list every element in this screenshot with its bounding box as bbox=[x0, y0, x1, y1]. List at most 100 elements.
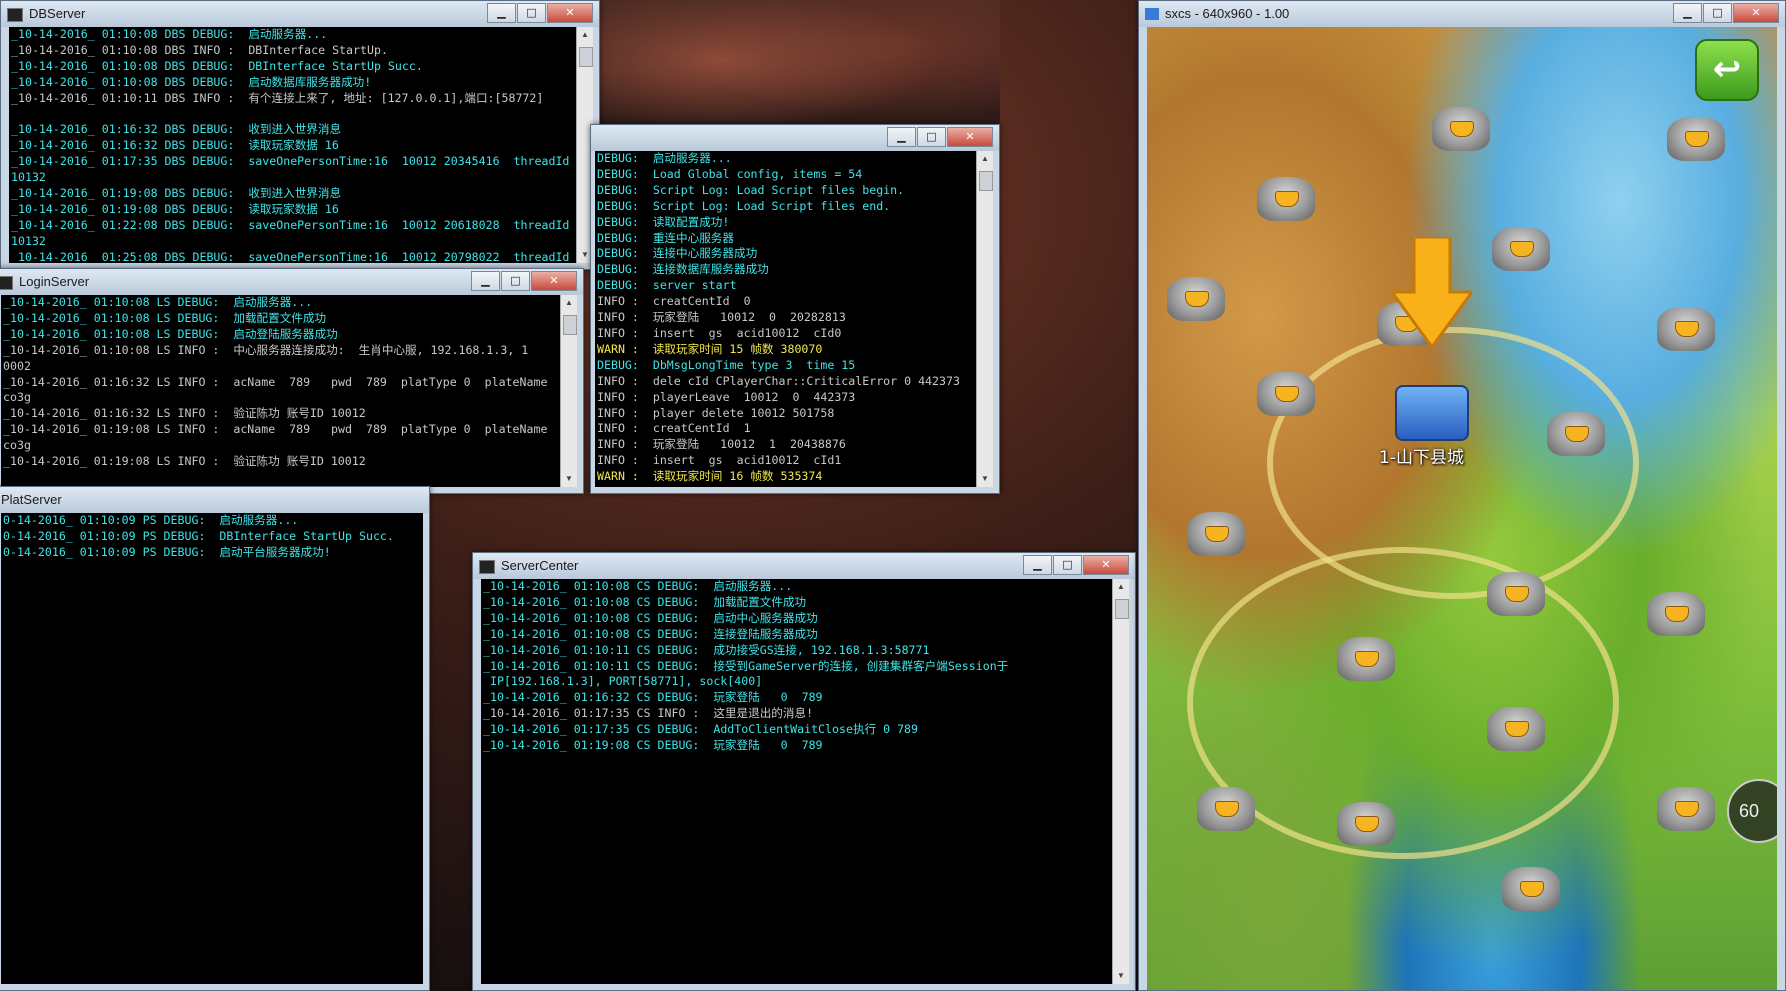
back-button[interactable]: ↩ bbox=[1695, 39, 1759, 101]
scroll-thumb[interactable] bbox=[563, 315, 577, 335]
scroll-thumb[interactable] bbox=[979, 171, 993, 191]
scroll-thumb[interactable] bbox=[579, 47, 593, 67]
log-line: _10-14-2016_ 01:19:08 LS INFO : acName 7… bbox=[3, 422, 548, 437]
log-line: DEBUG: Load Global config, items = 54 bbox=[597, 166, 863, 181]
console-app-icon bbox=[7, 8, 23, 22]
scroll-up-icon[interactable]: ▲ bbox=[577, 27, 593, 43]
minimize-button[interactable]: ▁ bbox=[1023, 555, 1052, 575]
stage-camp[interactable] bbox=[1547, 412, 1605, 456]
log-line: _10-14-2016_ 01:10:08 CS DEBUG: 启动服务器... bbox=[483, 579, 793, 593]
log-line: _10-14-2016_ 01:10:08 LS INFO : 中心服务器连接成… bbox=[3, 342, 529, 357]
vertical-scrollbar[interactable]: ▲ ▼ bbox=[560, 295, 577, 487]
scroll-up-icon[interactable]: ▲ bbox=[1113, 579, 1129, 595]
log-line: _10-14-2016_ 01:10:11 CS DEBUG: 接受到GameS… bbox=[483, 658, 1009, 673]
stage-camp[interactable] bbox=[1337, 802, 1395, 846]
stage-camp[interactable] bbox=[1502, 867, 1560, 911]
gameserver-window: ▁ □ ✕ DEBUG: 启动服务器... DEBUG: Load Global … bbox=[590, 124, 1000, 494]
close-button[interactable]: ✕ bbox=[1733, 3, 1779, 23]
log-line: DEBUG: server start bbox=[597, 278, 737, 293]
console-output: 0-14-2016_ 01:10:09 PS DEBUG: 启动服务器... 0-… bbox=[1, 513, 423, 984]
log-line: 0-14-2016_ 01:10:09 PS DEBUG: 启动平台服务器成功! bbox=[3, 544, 331, 559]
maximize-button[interactable]: □ bbox=[517, 3, 546, 23]
log-line: _10-14-2016_ 01:10:08 DBS DEBUG: DBInter… bbox=[11, 58, 423, 73]
log-line: _10-14-2016_ 01:10:08 CS DEBUG: 加载配置文件成功 bbox=[483, 594, 807, 609]
stage-camp[interactable] bbox=[1432, 107, 1490, 151]
stage-camp[interactable] bbox=[1667, 117, 1725, 161]
minimize-button[interactable]: ▁ bbox=[471, 271, 500, 291]
gameserver-titlebar[interactable]: ▁ □ ✕ bbox=[591, 125, 999, 151]
stage-camp[interactable] bbox=[1647, 592, 1705, 636]
log-line: _10-14-2016_ 01:10:08 DBS DEBUG: 启动服务器..… bbox=[11, 27, 328, 41]
log-line: DEBUG: 读取配置成功! bbox=[597, 214, 730, 229]
log-line: _10-14-2016_ 01:19:08 DBS DEBUG: 收到进入世界消… bbox=[11, 186, 342, 201]
log-line: DEBUG: Script Log: Load Script files end… bbox=[597, 198, 891, 213]
log-line: WARN : 读取玩家时间 16 帧数 535374 bbox=[597, 469, 823, 484]
log-line: DEBUG: DbMsgLongTime type 3 time 15 bbox=[597, 357, 856, 372]
world-map[interactable]: 1-山下县城 ↩ 60 bbox=[1147, 27, 1777, 990]
maximize-button[interactable]: □ bbox=[1703, 3, 1732, 23]
log-line: _10-14-2016_ 01:16:32 LS INFO : 验证陈功 账号I… bbox=[3, 406, 366, 421]
log-line: INFO : insert gs acid10012 cId1 bbox=[597, 453, 842, 468]
scroll-down-icon[interactable]: ▼ bbox=[1113, 968, 1129, 984]
log-line: DEBUG: DbMsgLongTime type 3 time 16 bbox=[597, 485, 977, 487]
log-line: DEBUG: 连接数据库服务器成功 bbox=[597, 262, 769, 277]
close-button[interactable]: ✕ bbox=[947, 127, 993, 147]
log-line: 0-14-2016_ 01:10:09 PS DEBUG: 启动服务器... bbox=[3, 513, 299, 527]
log-line: INFO : dele cId CPlayerChar::CriticalErr… bbox=[597, 373, 960, 388]
log-line: WARN : 读取玩家时间 15 帧数 380070 bbox=[597, 341, 823, 356]
log-line: _10-14-2016_ 01:10:08 DBS INFO : DBInter… bbox=[11, 42, 388, 57]
scroll-thumb[interactable] bbox=[1115, 599, 1129, 619]
current-city-castle[interactable] bbox=[1395, 385, 1469, 441]
stage-camp[interactable] bbox=[1657, 787, 1715, 831]
maximize-button[interactable]: □ bbox=[917, 127, 946, 147]
platserver-titlebar[interactable]: PlatServer bbox=[0, 487, 429, 513]
app-icon bbox=[1145, 8, 1159, 20]
loginserver-titlebar[interactable]: LoginServer ▁ □ ✕ bbox=[0, 269, 583, 295]
log-line: _10-14-2016_ 01:16:32 CS DEBUG: 玩家登陆 0 7… bbox=[483, 690, 823, 705]
servercenter-titlebar[interactable]: ServerCenter ▁ □ ✕ bbox=[473, 553, 1135, 579]
stage-camp[interactable] bbox=[1167, 277, 1225, 321]
log-line: INFO : 玩家登陆 10012 0 20282813 bbox=[597, 310, 846, 325]
stage-camp[interactable] bbox=[1257, 177, 1315, 221]
log-line: _10-14-2016_ 01:10:08 CS DEBUG: 连接登陆服务器成… bbox=[483, 626, 818, 641]
log-line: _10-14-2016_ 01:10:11 DBS INFO : 有个连接上来了… bbox=[11, 90, 544, 105]
scroll-up-icon[interactable]: ▲ bbox=[977, 151, 993, 167]
log-line: _10-14-2016_ 01:16:32 DBS DEBUG: 收到进入世界消… bbox=[11, 122, 342, 137]
stage-camp[interactable] bbox=[1337, 637, 1395, 681]
vertical-scrollbar[interactable]: ▲ ▼ bbox=[1112, 579, 1129, 984]
window-title: ServerCenter bbox=[501, 558, 579, 573]
log-line: 10132 bbox=[11, 233, 46, 248]
scroll-up-icon[interactable]: ▲ bbox=[561, 295, 577, 311]
close-button[interactable]: ✕ bbox=[547, 3, 593, 23]
vertical-scrollbar[interactable]: ▲ ▼ bbox=[976, 151, 993, 487]
stage-camp[interactable] bbox=[1257, 372, 1315, 416]
log-line: IP[192.168.1.3], PORT[58771], sock[400] bbox=[483, 674, 763, 689]
maximize-button[interactable]: □ bbox=[501, 271, 530, 291]
log-line: co3g bbox=[3, 390, 31, 405]
close-button[interactable]: ✕ bbox=[531, 271, 577, 291]
log-line: 10132 bbox=[11, 170, 46, 185]
stage-camp[interactable] bbox=[1197, 787, 1255, 831]
log-line: _10-14-2016_ 01:10:08 CS DEBUG: 启动中心服务器成… bbox=[483, 610, 818, 625]
game-titlebar[interactable]: sxcs - 640x960 - 1.00 ▁ □ ✕ bbox=[1139, 1, 1785, 27]
log-line: _10-14-2016_ 01:19:08 DBS DEBUG: 读取玩家数据 … bbox=[11, 201, 339, 216]
game-window: sxcs - 640x960 - 1.00 ▁ □ ✕ 1-山下县城 ↩ 60 bbox=[1138, 0, 1786, 991]
log-line: DEBUG: Script Log: Load Script files beg… bbox=[597, 182, 905, 197]
minimize-button[interactable]: ▁ bbox=[1673, 3, 1702, 23]
close-button[interactable]: ✕ bbox=[1083, 555, 1129, 575]
minimize-button[interactable]: ▁ bbox=[887, 127, 916, 147]
stage-camp[interactable] bbox=[1657, 307, 1715, 351]
stage-camp[interactable] bbox=[1492, 227, 1550, 271]
log-line: _10-14-2016_ 01:25:08 DBS DEBUG: saveOne… bbox=[11, 249, 570, 263]
dbserver-titlebar[interactable]: DBServer ▁ □ ✕ bbox=[1, 1, 599, 27]
maximize-button[interactable]: □ bbox=[1053, 555, 1082, 575]
servercenter-window: ServerCenter ▁ □ ✕ _10-14-2016_ 01:10:08… bbox=[472, 552, 1136, 991]
stage-camp[interactable] bbox=[1487, 572, 1545, 616]
scroll-down-icon[interactable]: ▼ bbox=[977, 471, 993, 487]
minimize-button[interactable]: ▁ bbox=[487, 3, 516, 23]
stage-camp[interactable] bbox=[1187, 512, 1245, 556]
stage-camp[interactable] bbox=[1487, 707, 1545, 751]
window-title: PlatServer bbox=[1, 492, 62, 507]
scroll-down-icon[interactable]: ▼ bbox=[561, 471, 577, 487]
